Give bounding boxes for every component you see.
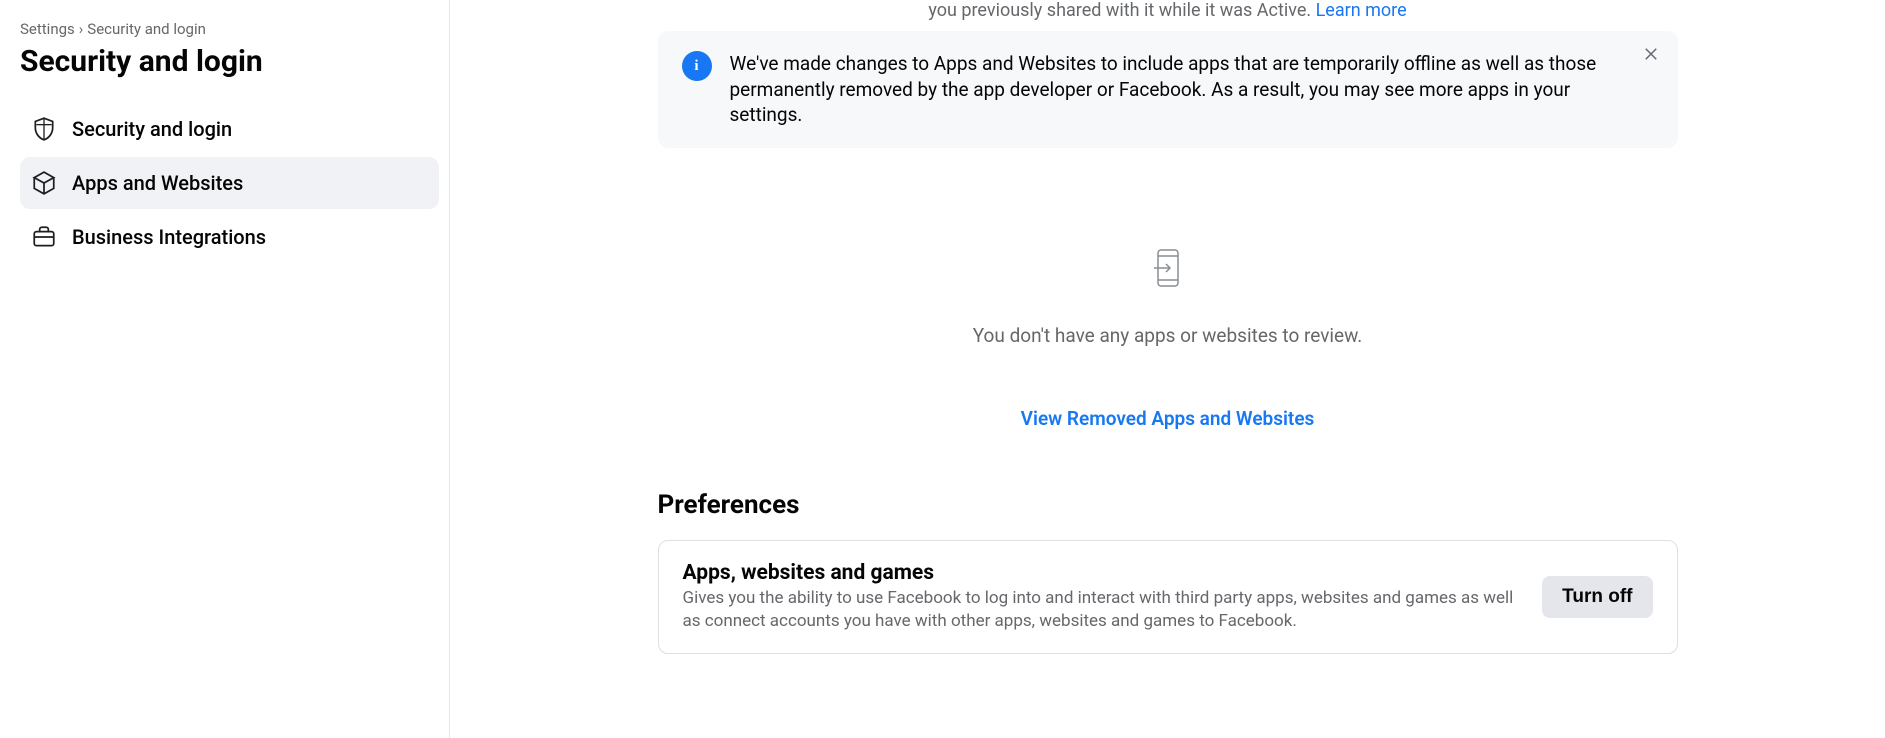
breadcrumb: Settings › Security and login (20, 20, 439, 38)
sidebar: Settings › Security and login Security a… (0, 0, 450, 738)
empty-state-text: You don't have any apps or websites to r… (658, 324, 1678, 347)
close-icon[interactable] (1642, 45, 1660, 63)
learn-more-link[interactable]: Learn more (1316, 0, 1407, 21)
sidebar-item-label: Business Integrations (72, 225, 266, 249)
view-removed-link[interactable]: View Removed Apps and Websites (658, 367, 1678, 490)
shield-icon (30, 115, 58, 143)
preferences-card: Apps, websites and games Gives you the a… (658, 540, 1678, 654)
turn-off-button[interactable]: Turn off (1542, 576, 1652, 618)
prior-text-cutoff: you previously shared with it while it w… (658, 0, 1678, 31)
sidebar-item-business-integrations[interactable]: Business Integrations (20, 211, 439, 263)
breadcrumb-separator: › (79, 20, 84, 38)
info-icon: i (682, 51, 712, 81)
sidebar-item-label: Security and login (72, 117, 232, 141)
sidebar-item-label: Apps and Websites (72, 171, 243, 195)
breadcrumb-current: Security and login (87, 20, 206, 38)
briefcase-icon (30, 223, 58, 251)
empty-state: You don't have any apps or websites to r… (658, 188, 1678, 367)
pref-card-description: Gives you the ability to use Facebook to… (683, 587, 1523, 633)
sidebar-item-security[interactable]: Security and login (20, 103, 439, 155)
sidebar-item-apps-websites[interactable]: Apps and Websites (20, 157, 439, 209)
cutoff-partial-text: you previously shared with it while it w… (928, 0, 1315, 21)
preferences-heading: Preferences (658, 490, 1678, 520)
page-title: Security and login (20, 44, 439, 79)
breadcrumb-root[interactable]: Settings (20, 20, 75, 38)
info-banner: i We've made changes to Apps and Website… (658, 31, 1678, 148)
info-banner-text: We've made changes to Apps and Websites … (730, 51, 1654, 128)
main-content: you previously shared with it while it w… (450, 0, 1885, 738)
pref-card-title: Apps, websites and games (683, 561, 1523, 585)
cube-icon (30, 169, 58, 197)
device-arrow-icon (658, 248, 1678, 288)
